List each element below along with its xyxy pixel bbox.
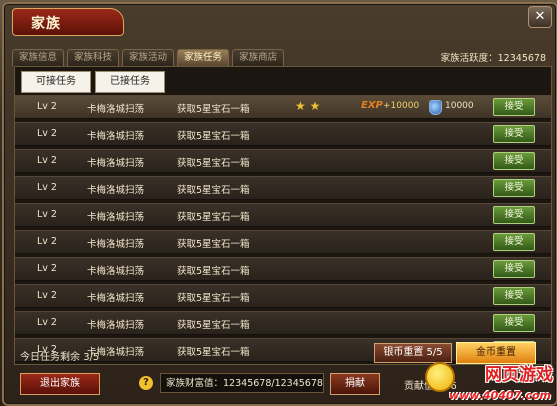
- tab-bar: 家族信息 家族科技 家族活动 家族任务 家族商店: [12, 49, 285, 66]
- family-wealth: 家族财富值：12345678/12345678: [160, 373, 324, 393]
- task-row[interactable]: Lv 2 卡梅洛城扫荡 获取5星宝石一箱 ★ ★ EXP +10000 1000…: [15, 95, 551, 119]
- task-level: Lv 2: [37, 236, 57, 247]
- subtab-accepted-tasks[interactable]: 已接任务: [95, 71, 165, 93]
- task-name: 卡梅洛城扫荡: [87, 266, 145, 277]
- exp-reward: +10000: [383, 101, 420, 111]
- task-row[interactable]: Lv 2 卡梅洛城扫荡 获取5星宝石一箱 接受: [15, 176, 551, 200]
- task-name: 卡梅洛城扫荡: [87, 131, 145, 142]
- task-name: 卡梅洛城扫荡: [87, 212, 145, 223]
- task-goal: 获取5星宝石一箱: [177, 104, 250, 115]
- task-row[interactable]: Lv 2 卡梅洛城扫荡 获取5星宝石一箱 接受: [15, 203, 551, 227]
- close-button[interactable]: ✕: [528, 6, 552, 28]
- accept-button[interactable]: 接受: [493, 152, 535, 170]
- tab-family-tasks[interactable]: 家族任务: [177, 49, 230, 66]
- accept-button[interactable]: 接受: [493, 179, 535, 197]
- task-name: 卡梅洛城扫荡: [87, 158, 145, 169]
- task-row[interactable]: Lv 2 卡梅洛城扫荡 获取5星宝石一箱 接受: [15, 122, 551, 146]
- task-goal: 获取5星宝石一箱: [177, 347, 250, 358]
- tab-family-events[interactable]: 家族活动: [122, 49, 175, 66]
- mascot-icon: [425, 362, 455, 392]
- task-goal: 获取5星宝石一箱: [177, 158, 250, 169]
- task-row[interactable]: Lv 2 卡梅洛城扫荡 获取5星宝石一箱 接受: [15, 230, 551, 254]
- task-name: 卡梅洛城扫荡: [87, 239, 145, 250]
- accept-button[interactable]: 接受: [493, 98, 535, 116]
- task-level: Lv 2: [37, 290, 57, 301]
- tasks-remaining: 今日任务剩余 3/5: [20, 348, 99, 363]
- tab-family-tech[interactable]: 家族科技: [67, 49, 120, 66]
- family-window: 家族 ✕ 家族信息 家族科技 家族活动 家族任务 家族商店 家族活跃度：1234…: [2, 2, 557, 406]
- activity-label: 家族活跃度：: [440, 53, 498, 64]
- task-goal: 获取5星宝石一箱: [177, 266, 250, 277]
- watermark-url: www.40407.com: [449, 389, 551, 402]
- exp-label: EXP: [361, 100, 383, 111]
- activity-value: 12345678: [497, 53, 546, 64]
- task-goal: 获取5星宝石一箱: [177, 293, 250, 304]
- watermark-text: 网页游戏: [485, 365, 553, 385]
- task-goal: 获取5星宝石一箱: [177, 131, 250, 142]
- accept-button[interactable]: 接受: [493, 125, 535, 143]
- task-goal: 获取5星宝石一箱: [177, 239, 250, 250]
- tab-family-shop[interactable]: 家族商店: [232, 49, 285, 66]
- shield-icon: [429, 100, 442, 115]
- family-activity: 家族活跃度：12345678: [441, 50, 546, 64]
- wealth-label: 家族财富值：: [166, 378, 224, 389]
- task-row[interactable]: Lv 2 卡梅洛城扫荡 获取5星宝石一箱 接受: [15, 311, 551, 335]
- wealth-value: 12345678/12345678: [223, 378, 323, 389]
- window-titlebar: 家族: [12, 8, 124, 36]
- tasks-remaining-label: 今日任务剩余: [20, 352, 80, 363]
- task-level: Lv 2: [37, 263, 57, 274]
- close-icon: ✕: [534, 9, 546, 24]
- task-name: 卡梅洛城扫荡: [87, 104, 145, 115]
- task-level: Lv 2: [37, 101, 57, 112]
- currency-reward: 10000: [445, 101, 474, 111]
- task-list: Lv 2 卡梅洛城扫荡 获取5星宝石一箱 ★ ★ EXP +10000 1000…: [15, 95, 551, 365]
- task-level: Lv 2: [37, 317, 57, 328]
- task-row[interactable]: Lv 2 卡梅洛城扫荡 获取5星宝石一箱 接受: [15, 284, 551, 308]
- task-goal: 获取5星宝石一箱: [177, 320, 250, 331]
- accept-button[interactable]: 接受: [493, 260, 535, 278]
- task-goal: 获取5星宝石一箱: [177, 185, 250, 196]
- task-row[interactable]: Lv 2 卡梅洛城扫荡 获取5星宝石一箱 接受: [15, 149, 551, 173]
- task-level: Lv 2: [37, 182, 57, 193]
- accept-button[interactable]: 接受: [493, 287, 535, 305]
- accept-button[interactable]: 接受: [493, 233, 535, 251]
- tab-family-info[interactable]: 家族信息: [12, 49, 65, 66]
- silver-reset-label: 银币重置: [383, 347, 424, 358]
- tasks-remaining-value: 3/5: [83, 352, 100, 363]
- task-panel: 可接任务 已接任务 Lv 2 卡梅洛城扫荡 获取5星宝石一箱 ★ ★ EXP +…: [14, 66, 552, 365]
- task-row[interactable]: Lv 2 卡梅洛城扫荡 获取5星宝石一箱 接受: [15, 257, 551, 281]
- task-name: 卡梅洛城扫荡: [87, 185, 145, 196]
- window-title: 家族: [31, 16, 61, 32]
- leave-family-button[interactable]: 退出家族: [20, 373, 100, 395]
- task-level: Lv 2: [37, 155, 57, 166]
- star-icon: ★ ★: [295, 99, 321, 113]
- subtab-available-tasks[interactable]: 可接任务: [21, 71, 91, 93]
- task-level: Lv 2: [37, 209, 57, 220]
- task-name: 卡梅洛城扫荡: [87, 320, 145, 331]
- task-name: 卡梅洛城扫荡: [87, 293, 145, 304]
- help-icon[interactable]: ?: [139, 376, 153, 390]
- accept-button[interactable]: 接受: [493, 206, 535, 224]
- task-goal: 获取5星宝石一箱: [177, 212, 250, 223]
- accept-button[interactable]: 接受: [493, 314, 535, 332]
- subtab-bar: 可接任务 已接任务: [21, 71, 165, 93]
- site-watermark: 网页游戏 www.40407.com: [425, 356, 553, 404]
- task-level: Lv 2: [37, 128, 57, 139]
- donate-button[interactable]: 捐献: [330, 373, 380, 395]
